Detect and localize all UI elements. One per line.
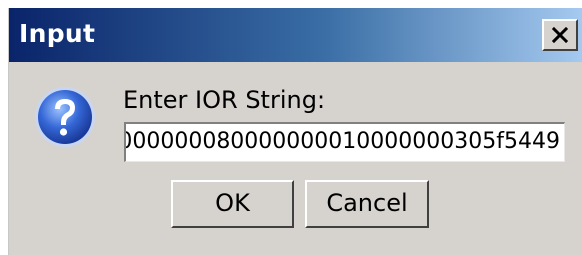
- title-bar[interactable]: Input: [9, 8, 582, 62]
- input-dialog: Input Enter IOR String: 0000000000800000…: [8, 8, 582, 255]
- cancel-button[interactable]: Cancel: [305, 180, 429, 228]
- close-button[interactable]: [542, 19, 578, 51]
- close-icon: [552, 27, 568, 43]
- ior-string-input[interactable]: 000000000080000000010000000305f5449: [124, 122, 565, 162]
- ior-input-value: 000000000080000000010000000305f5449: [124, 129, 560, 154]
- question-icon: [35, 87, 95, 147]
- dialog-title: Input: [19, 19, 96, 48]
- ok-button[interactable]: OK: [171, 180, 294, 228]
- prompt-label: Enter IOR String:: [123, 86, 326, 114]
